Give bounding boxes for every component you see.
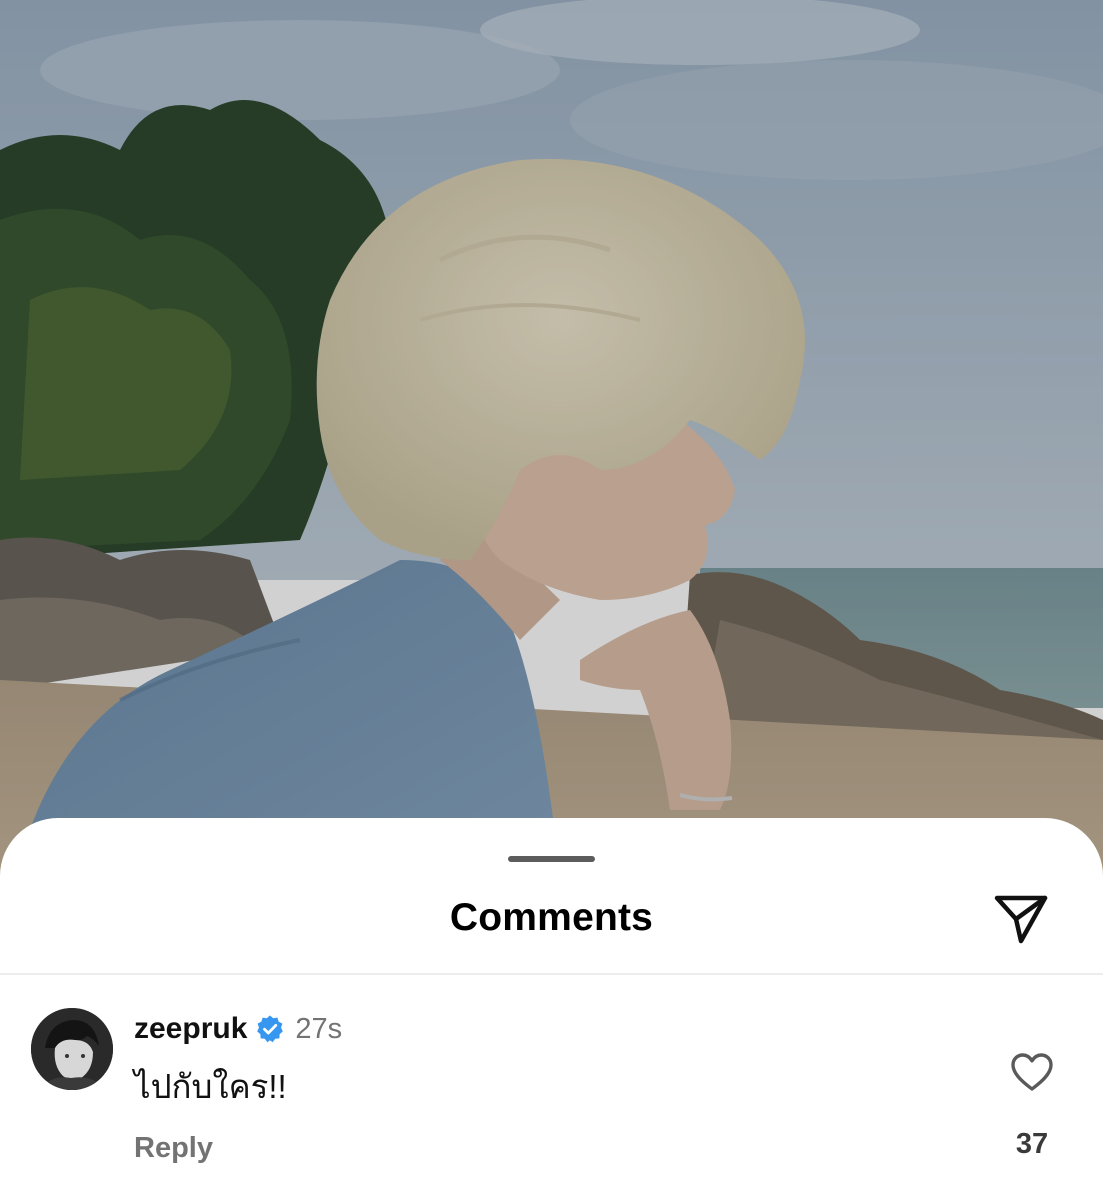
verified-badge-icon: [255, 1014, 285, 1044]
post-photo: [0, 0, 1103, 880]
heart-outline-icon: [1011, 1053, 1053, 1091]
avatar[interactable]: [31, 1008, 113, 1090]
reply-button[interactable]: Reply: [134, 1132, 213, 1165]
comment-timestamp: 27s: [295, 1012, 343, 1045]
like-button[interactable]: [1008, 1050, 1056, 1094]
paper-plane-icon: [994, 895, 1048, 944]
comments-sheet: Comments zeepruk 27s ไปกับใคร!! Reply 37: [0, 818, 1103, 1200]
comment-header: zeepruk 27s: [134, 1012, 342, 1046]
comment-username[interactable]: zeepruk: [134, 1012, 247, 1046]
like-count: 37: [1015, 1128, 1049, 1160]
sheet-title: Comments: [449, 896, 654, 939]
sheet-grabber[interactable]: [508, 856, 595, 862]
comment-text: ไปกับใคร!!: [134, 1068, 287, 1105]
comment-item: zeepruk 27s ไปกับใคร!! Reply 37: [0, 1008, 1103, 1178]
comment-like: 37: [1004, 1050, 1060, 1161]
sheet-divider: [0, 973, 1103, 975]
photo-dim-overlay: [0, 0, 1103, 880]
share-button[interactable]: [988, 888, 1054, 948]
